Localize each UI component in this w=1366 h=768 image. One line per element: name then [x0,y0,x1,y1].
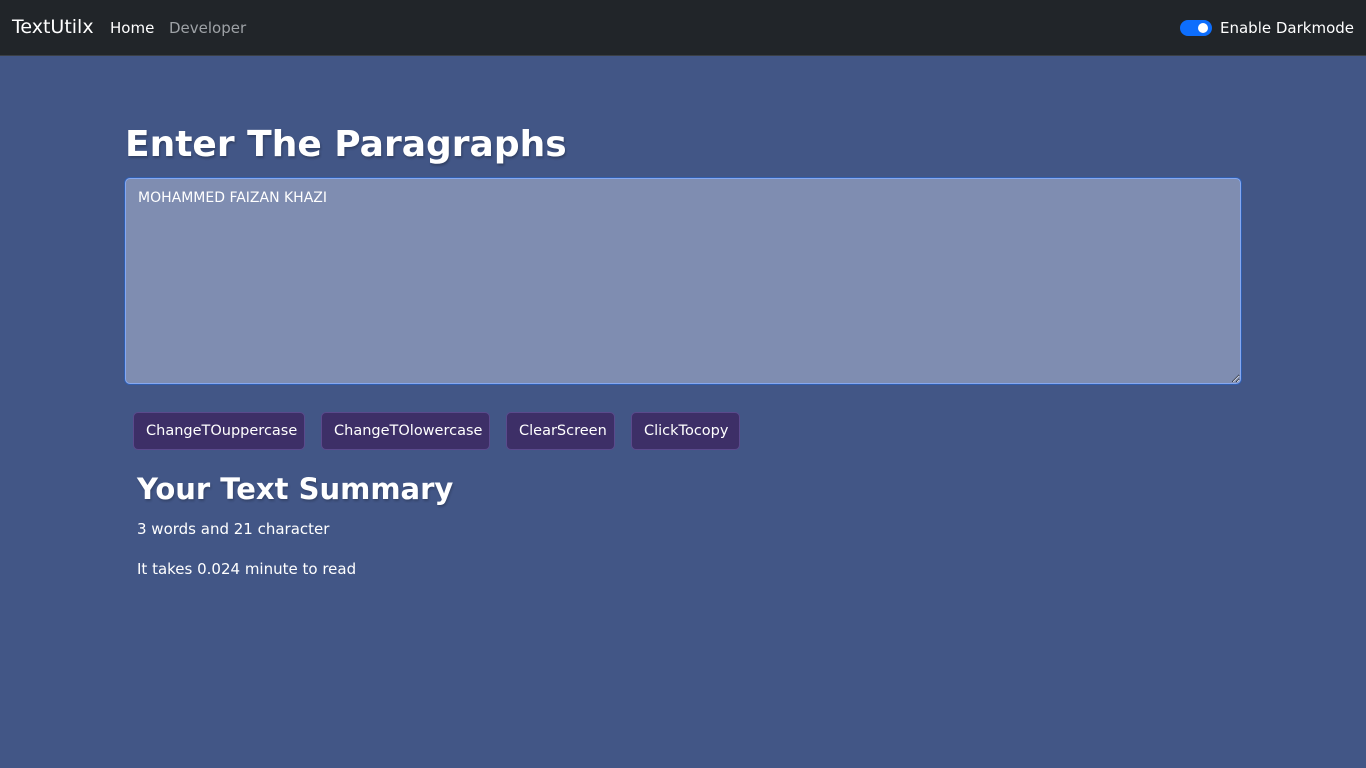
brand-logo[interactable]: TextUtilx [12,16,94,38]
toggle-knob [1198,23,1208,33]
darkmode-toggle-label[interactable]: Enable Darkmode [1220,19,1354,37]
page-heading: Enter The Paragraphs [125,124,567,165]
copy-button[interactable]: ClickTocopy [631,412,740,450]
summary-title: Your Text Summary [137,472,454,506]
word-character-count: 3 words and 21 character [137,520,330,538]
uppercase-button[interactable]: ChangeTOuppercase [133,412,305,450]
navbar: TextUtilx Home Developer Enable Darkmode [0,0,1366,56]
paragraph-textarea[interactable]: MOHAMMED FAIZAN KHAZI [125,178,1241,384]
darkmode-toggle-group: Enable Darkmode [1180,18,1354,38]
clear-screen-button[interactable]: ClearScreen [506,412,615,450]
darkmode-toggle-switch[interactable] [1180,20,1212,36]
lowercase-button[interactable]: ChangeTOlowercase [321,412,490,450]
read-time: It takes 0.024 minute to read [137,560,357,578]
nav-link-home[interactable]: Home [110,19,154,37]
nav-link-developer[interactable]: Developer [169,19,246,37]
